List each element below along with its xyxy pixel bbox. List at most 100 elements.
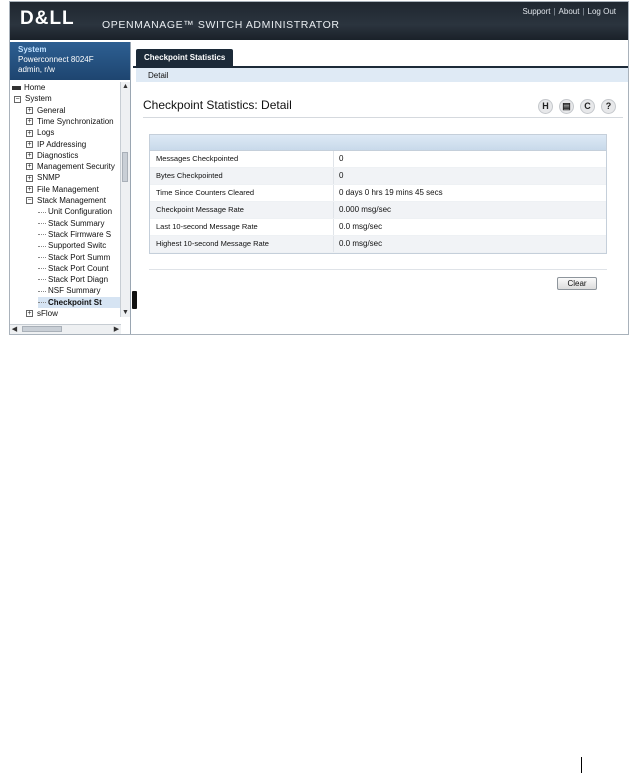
sidebar-item[interactable]: + File Management — [26, 184, 121, 195]
expand-icon[interactable]: + — [26, 106, 33, 114]
tree-horizontal-scrollbar[interactable]: ◀ ▶ — [10, 324, 121, 334]
subnav-bar: Detail — [136, 68, 628, 82]
user-role: admin, r/w — [18, 65, 55, 74]
logout-link[interactable]: Log Out — [588, 7, 616, 16]
system-heading: System — [18, 45, 47, 54]
sidebar-item-label: Stack Port Summ — [48, 252, 111, 262]
help-icon[interactable]: ? — [601, 99, 616, 114]
scroll-up-icon[interactable]: ▲ — [121, 82, 130, 91]
refresh-icon[interactable]: C — [580, 99, 595, 114]
row-label: Highest 10-second Message Rate — [156, 239, 269, 248]
table-header — [150, 135, 606, 151]
clear-button[interactable]: Clear — [557, 277, 597, 290]
tab-checkpoint-statistics[interactable]: Checkpoint Statistics — [136, 49, 234, 66]
sidebar-item[interactable]: + SNMP — [26, 172, 121, 183]
scroll-left-icon[interactable]: ◀ — [10, 325, 19, 334]
tree-connector — [38, 268, 46, 270]
sidebar-item[interactable]: − System — [14, 93, 121, 104]
sidebar-item-label: Diagnostics — [37, 150, 79, 160]
row-value: 0.0 msg/sec — [339, 239, 383, 248]
statistics-table: Messages Checkpointed 0 Bytes Checkpointed… — [149, 134, 607, 254]
sidebar-item-label: sFlow — [37, 309, 58, 318]
table-row: Bytes Checkpointed 0 — [150, 168, 606, 185]
sidebar-item[interactable]: Stack Port Count — [38, 263, 121, 274]
row-label: Bytes Checkpointed — [156, 171, 223, 180]
app-title: OPENMANAGE™ SWITCH ADMINISTRATOR — [102, 19, 340, 31]
sidebar-item-label: Logs — [37, 128, 55, 138]
sidebar-item-label: Management Security — [37, 162, 115, 172]
expand-icon[interactable]: + — [26, 152, 33, 160]
row-label: Last 10-second Message Rate — [156, 222, 258, 231]
row-value: 0 — [339, 171, 344, 180]
tree-connector — [38, 279, 46, 281]
expand-icon[interactable]: + — [26, 186, 33, 194]
table-row: Time Since Counters Cleared 0 days 0 hrs … — [150, 185, 606, 202]
hscrollbar-thumb[interactable] — [22, 326, 62, 332]
sidebar-item-label: Stack Firmware S — [48, 229, 112, 239]
print-icon[interactable]: ▤ — [559, 99, 574, 114]
sidebar-item-label: System — [25, 94, 52, 104]
table-row: Last 10-second Message Rate 0.0 msg/sec — [150, 219, 606, 236]
scroll-down-icon[interactable]: ▼ — [121, 308, 130, 317]
table-row: Messages Checkpointed 0 — [150, 151, 606, 168]
sidebar-item[interactable]: NSF Summary — [38, 285, 121, 296]
row-label: Time Since Counters Cleared — [156, 188, 255, 197]
sidebar-item[interactable]: + IP Addressing — [26, 139, 121, 150]
sidebar-item[interactable]: Stack Port Diagn — [38, 274, 121, 285]
home-icon — [12, 85, 21, 90]
page-toolbar: H ▤ C? — [532, 96, 616, 114]
sidebar-item[interactable]: Stack Firmware S — [38, 229, 121, 240]
sidebar-item[interactable]: Stack Summary — [38, 218, 121, 229]
sidebar-item-label: Home — [24, 83, 46, 92]
navigation-tree: Home − System + General + Time Synchronization… — [10, 82, 121, 327]
expand-icon[interactable]: + — [26, 163, 33, 171]
sidebar-item-label: NSF Summary — [48, 286, 101, 296]
sidebar-item[interactable]: + General — [26, 105, 121, 116]
save-icon[interactable]: H — [538, 99, 553, 114]
about-link[interactable]: About — [559, 7, 580, 16]
sidebar-item[interactable]: Stack Port Summ — [38, 252, 121, 263]
row-value: 0.000 msg/sec — [339, 205, 392, 214]
left-panel: System Powerconnect 8024F admin, r/w Hom… — [10, 42, 131, 334]
collapse-icon[interactable]: − — [26, 197, 33, 205]
collapse-icon[interactable]: − — [14, 95, 21, 103]
sidebar-item[interactable]: Unit Configuration — [38, 206, 121, 217]
sidebar-item-label: SNMP — [37, 173, 61, 183]
sidebar-item[interactable]: Checkpoint St — [38, 296, 121, 308]
sidebar-item-label: Stack Port Count — [48, 263, 109, 273]
column-separator — [333, 185, 334, 201]
sidebar-item[interactable]: + Logs — [26, 127, 121, 138]
expand-icon[interactable]: + — [26, 129, 33, 137]
expand-icon[interactable]: + — [26, 118, 33, 126]
app-window: D&LL OPENMANAGE™ SWITCH ADMINISTRATOR Su… — [9, 1, 629, 335]
row-value: 0 — [339, 154, 344, 163]
sidebar-item[interactable]: Home — [12, 82, 121, 93]
subnav-detail[interactable]: Detail — [148, 71, 168, 80]
scrollbar-thumb[interactable] — [122, 152, 128, 182]
expand-icon[interactable]: + — [26, 174, 33, 182]
sidebar-item-label: Stack Summary — [48, 218, 105, 228]
sidebar-item-label: Checkpoint St — [48, 297, 102, 307]
top-header: D&LL OPENMANAGE™ SWITCH ADMINISTRATOR Su… — [10, 2, 628, 40]
support-link[interactable]: Support — [522, 7, 550, 16]
content-panel: Checkpoint Statistics Detail Checkpoint … — [133, 46, 628, 334]
tree-vertical-scrollbar[interactable]: ▲ ▼ — [120, 82, 130, 317]
page-title: Checkpoint Statistics: Detail — [143, 98, 292, 112]
sidebar-item[interactable]: + Management Security — [26, 161, 121, 172]
sidebar-item[interactable]: + sFlow — [26, 308, 121, 319]
title-divider — [143, 117, 623, 118]
expand-icon[interactable]: + — [26, 140, 33, 148]
sidebar-item[interactable]: + Time Synchronization — [26, 116, 121, 127]
column-separator — [333, 202, 334, 218]
scroll-right-icon[interactable]: ▶ — [112, 325, 121, 334]
table-row: Highest 10-second Message Rate 0.0 msg/se… — [150, 236, 606, 253]
system-info: System Powerconnect 8024F admin, r/w — [10, 42, 130, 80]
column-separator — [333, 236, 334, 252]
sidebar-item-label: Stack Management — [37, 196, 106, 205]
top-links: Support | About | Log Out — [522, 7, 616, 16]
expand-icon[interactable]: + — [26, 310, 33, 318]
sidebar-item[interactable]: + Diagnostics — [26, 150, 121, 161]
sidebar-item[interactable]: − Stack Management — [26, 195, 121, 206]
row-label: Messages Checkpointed — [156, 154, 239, 163]
sidebar-item[interactable]: Supported Switc — [38, 240, 121, 251]
